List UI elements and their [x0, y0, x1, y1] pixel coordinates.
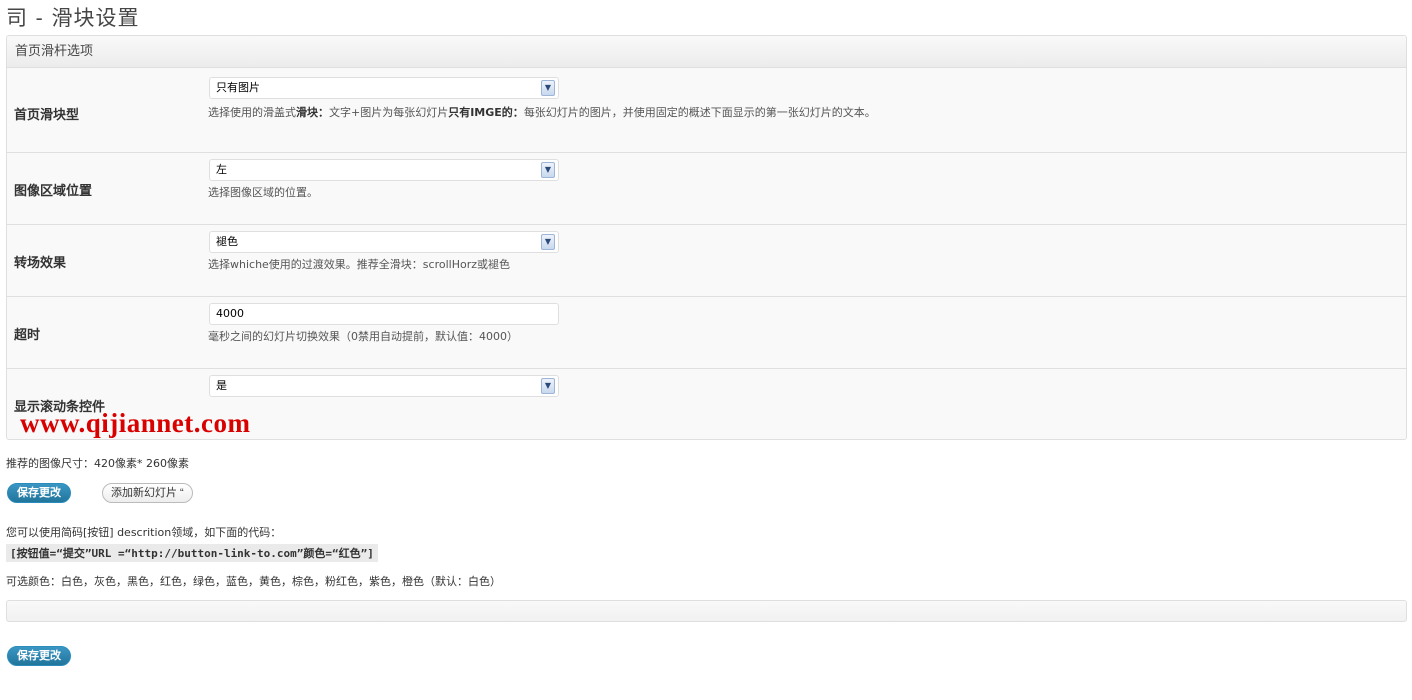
- option-row-transition: 转场效果 褪色 ▼ 选择whiche使用的过渡效果。推荐全滑块：scrollHo…: [7, 225, 1406, 297]
- panel-header: 首页滑杆选项: [7, 36, 1406, 68]
- input-value: 4000: [216, 307, 244, 320]
- desc-bold: 只有IMGE的：: [448, 106, 524, 119]
- option-description: 选择使用的滑盖式滑块：文字+图片为每张幻灯片只有IMGE的：每张幻灯片的图片，并…: [208, 104, 876, 120]
- option-label: 超时: [14, 328, 41, 343]
- transition-effect-select[interactable]: 褪色 ▼: [209, 231, 559, 253]
- desc-text: 每张幻灯片的图片，并使用固定的概述下面显示的第一张幻灯片的文本。: [523, 106, 876, 119]
- option-description: 毫秒之间的幻灯片切换效果（0禁用自动提前，默认值：4000）: [208, 330, 518, 343]
- select-value: 褪色: [216, 235, 238, 248]
- option-description: 选择whiche使用的过渡效果。推荐全滑块：scrollHorz或褪色: [208, 258, 511, 271]
- option-row-timeout: 超时 4000 毫秒之间的幻灯片切换效果（0禁用自动提前，默认值：4000）: [7, 297, 1406, 369]
- chevron-down-icon[interactable]: ▼: [541, 234, 555, 250]
- recommended-size-note: 推荐的图像尺寸：420像素* 260像素: [6, 457, 189, 470]
- chevron-down-icon[interactable]: ▼: [541, 162, 555, 178]
- option-row-slider-type: 首页滑块型 只有图片 ▼ 选择使用的滑盖式滑块：文字+图片为每张幻灯片只有IMG…: [7, 68, 1406, 153]
- option-label: 首页滑块型: [14, 108, 80, 123]
- empty-panel: [6, 600, 1407, 622]
- scrollbar-control-select[interactable]: 是 ▼: [209, 375, 559, 397]
- select-value: 左: [216, 163, 227, 176]
- timeout-input[interactable]: 4000: [209, 303, 559, 325]
- image-position-select[interactable]: 左 ▼: [209, 159, 559, 181]
- select-value: 只有图片: [216, 81, 260, 94]
- chevron-down-icon[interactable]: ▼: [541, 80, 555, 96]
- save-button-bottom[interactable]: 保存更改: [7, 646, 71, 666]
- option-description: 选择图像区域的位置。: [208, 186, 318, 199]
- option-label: 图像区域位置: [14, 184, 93, 199]
- desc-bold: 滑块：: [296, 106, 329, 119]
- desc-text: 选择使用的滑盖式: [208, 106, 296, 119]
- color-options-note: 可选颜色：白色，灰色，黑色，红色，绿色，蓝色，黄色，棕色，粉红色，紫色，橙色（默…: [6, 575, 501, 588]
- save-button[interactable]: 保存更改: [7, 483, 71, 503]
- slider-type-select[interactable]: 只有图片 ▼: [209, 77, 559, 99]
- desc-text: 文字+图片为每张幻灯片: [329, 106, 449, 119]
- select-value: 是: [216, 379, 227, 392]
- option-row-image-position: 图像区域位置 左 ▼ 选择图像区域的位置。: [7, 153, 1406, 225]
- watermark: www.qijiannet.com: [20, 408, 251, 438]
- shortcode-example: [按钮值=“提交”URL =“http://button-link-to.com…: [6, 544, 378, 562]
- chevron-down-icon[interactable]: ▼: [541, 378, 555, 394]
- slider-options-panel: 首页滑杆选项 首页滑块型 只有图片 ▼ 选择使用的滑盖式滑块：文字+图片为每张幻…: [6, 35, 1407, 440]
- add-slide-button[interactable]: 添加新幻灯片 “: [102, 483, 193, 503]
- shortcode-intro: 您可以使用简码[按钮] descrition领域，如下面的代码：: [6, 526, 282, 539]
- page-title: 司 - 滑块设置: [6, 6, 140, 30]
- option-label: 转场效果: [14, 256, 67, 271]
